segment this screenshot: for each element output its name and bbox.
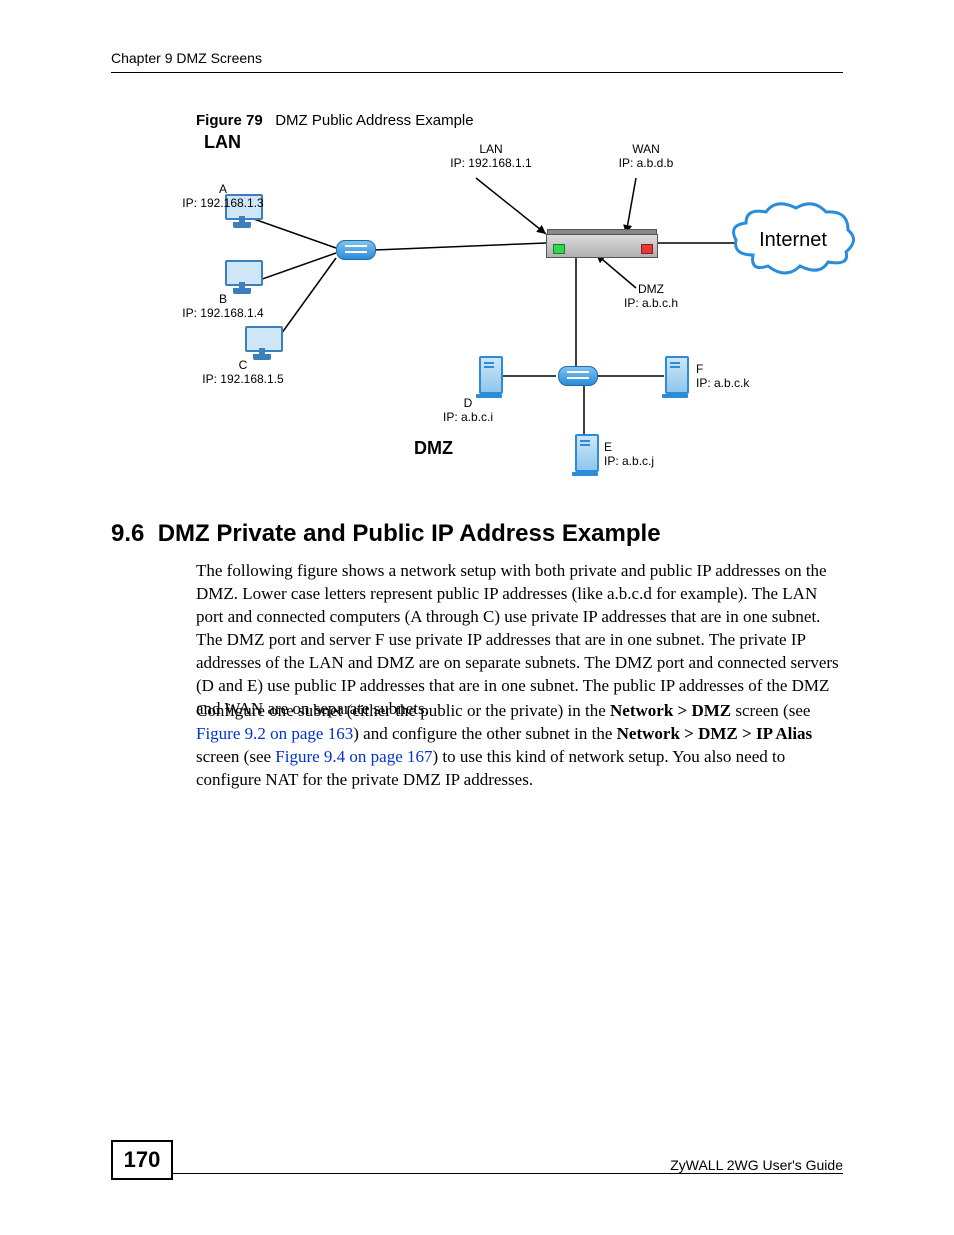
lan-port-label: LANIP: 192.168.1.1 [436,142,546,171]
page-number: 170 [111,1140,173,1180]
server-d-icon [476,356,502,398]
network-diagram: LAN DMZ AIP: 192.168.1.3 BIP: 192.168.1.… [196,128,844,488]
lan-switch-icon [336,240,376,260]
router-icon [546,234,658,258]
link-figure-9-2[interactable]: Figure 9.2 on page 163 [196,724,353,743]
wan-port-label: WANIP: a.b.d.b [596,142,696,171]
internet-cloud-icon: Internet [728,200,858,280]
paragraph-1: The following figure shows a network set… [196,560,844,721]
pc-c-icon [242,326,282,362]
section-heading: 9.6 DMZ Private and Public IP Address Ex… [111,520,661,548]
host-a-label: AIP: 192.168.1.3 [178,182,268,211]
link-figure-9-4[interactable]: Figure 9.4 on page 167 [275,747,432,766]
bold-network-dmz: Network > DMZ [610,701,731,720]
host-d-label: DIP: a.b.c.i [428,396,508,425]
dmz-switch-icon [558,366,598,386]
figure-caption: Figure 79 DMZ Public Address Example [196,112,474,129]
figure-title: DMZ Public Address Example [275,112,473,129]
diagram-lines [196,128,844,488]
pc-b-icon [222,260,262,296]
dmz-title: DMZ [414,438,453,460]
figure-number: Figure 79 [196,112,263,129]
section-number: 9.6 [111,520,144,547]
page-footer-rule [111,1173,843,1180]
host-c-label: CIP: 192.168.1.5 [198,358,288,387]
server-e-icon [572,434,598,476]
lan-title: LAN [204,132,241,154]
guide-title: ZyWALL 2WG User's Guide [670,1157,843,1173]
server-f-icon [662,356,688,398]
host-b-label: BIP: 192.168.1.4 [178,292,268,321]
section-title: DMZ Private and Public IP Address Exampl… [158,520,661,547]
host-e-label: EIP: a.b.c.j [604,440,684,469]
dmz-port-label: DMZIP: a.b.c.h [606,282,696,311]
internet-label: Internet [728,228,858,252]
chapter-label: Chapter 9 DMZ Screens [111,50,262,66]
host-f-label: FIP: a.b.c.k [696,362,776,391]
paragraph-2: Configure one subnet (either the public … [196,700,844,792]
bold-network-dmz-ipalias: Network > DMZ > IP Alias [617,724,813,743]
page-header: Chapter 9 DMZ Screens [111,50,843,73]
